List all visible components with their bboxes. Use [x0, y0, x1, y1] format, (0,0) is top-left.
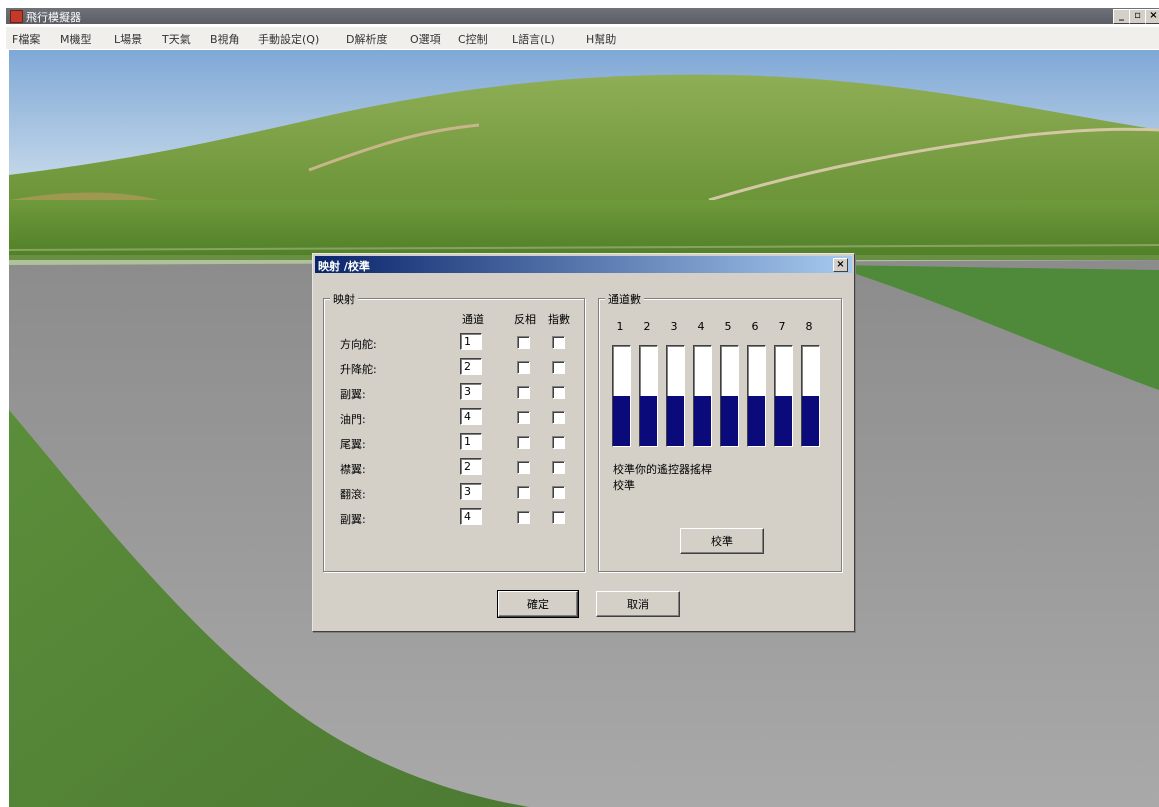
menu-language[interactable]: L語言(L)	[512, 31, 555, 47]
map-checkbox[interactable]	[552, 336, 565, 349]
mapping-group: 映射 通道 反相 指數 方向舵: 升降舵: 副翼: 油門: 尾翼: 襟翼: 翻滾: 副翼:	[323, 291, 585, 572]
channels-group-title: 通道數	[605, 291, 644, 307]
channel-input[interactable]	[460, 458, 482, 475]
channel-input[interactable]	[460, 358, 482, 375]
channel-number: 8	[805, 320, 813, 333]
menu-view[interactable]: B視角	[210, 31, 240, 47]
channel-bar	[666, 345, 685, 447]
mapping-row-label: 方向舵:	[340, 338, 377, 351]
channel-bar-fill	[802, 396, 819, 446]
reverse-checkbox[interactable]	[517, 436, 530, 449]
channel-bar	[747, 345, 766, 447]
menu-options[interactable]: O選項	[410, 31, 441, 47]
menu-model[interactable]: M機型	[60, 31, 92, 47]
channel-number: 7	[778, 320, 786, 333]
channel-column-header: 通道	[462, 313, 484, 326]
cancel-button[interactable]: 取消	[596, 591, 680, 617]
channel-bar-fill	[775, 396, 792, 446]
reverse-checkbox[interactable]	[517, 486, 530, 499]
calibration-note: 校準你的遙控器搖桿	[613, 463, 712, 476]
menu-control[interactable]: C控制	[458, 31, 488, 47]
dialog-close-button[interactable]: ×	[833, 258, 848, 272]
mapping-row-label: 油門:	[340, 413, 366, 426]
reverse-checkbox[interactable]	[517, 336, 530, 349]
channel-bar	[720, 345, 739, 447]
map-checkbox[interactable]	[552, 386, 565, 399]
maximize-button[interactable]: ▫	[1129, 9, 1146, 24]
channel-bar-fill	[640, 396, 657, 446]
channel-bar-fill	[667, 396, 684, 446]
channels-group: 通道數 1 2 3 4 5 6 7 8 校準你的遙控器搖桿 校準 校準	[598, 291, 842, 572]
channel-bar	[639, 345, 658, 447]
minimize-button[interactable]: _	[1113, 9, 1130, 24]
channel-number: 2	[643, 320, 651, 333]
ok-button[interactable]: 確定	[497, 590, 579, 618]
mapping-row-label: 翻滾:	[340, 488, 366, 501]
map-checkbox[interactable]	[552, 436, 565, 449]
menu-bar: F檔案 M機型 L場景 T天氣 B視角 手動設定(Q) D解析度 O選項 C控制…	[6, 27, 1159, 49]
channel-bar-fill	[721, 396, 738, 446]
calibration-note-2: 校準	[613, 479, 635, 492]
menu-help[interactable]: H幫助	[586, 31, 616, 47]
menu-scene[interactable]: L場景	[114, 31, 142, 47]
channel-bar-fill	[613, 396, 630, 446]
channel-bar-fill	[748, 396, 765, 446]
channel-bar	[801, 345, 820, 447]
dialog-title: 映射 /校準	[318, 260, 370, 273]
channel-bar	[774, 345, 793, 447]
menu-resolution[interactable]: D解析度	[346, 31, 387, 47]
mapping-row-label: 副翼:	[340, 388, 366, 401]
map-column-header: 指數	[548, 313, 570, 326]
menu-manual[interactable]: 手動設定(Q)	[258, 31, 319, 47]
calibrate-button[interactable]: 校準	[680, 528, 764, 554]
app-icon	[10, 10, 23, 23]
map-checkbox[interactable]	[552, 486, 565, 499]
channel-input[interactable]	[460, 333, 482, 350]
reverse-checkbox[interactable]	[517, 386, 530, 399]
mapping-row-label: 副翼:	[340, 513, 366, 526]
map-checkbox[interactable]	[552, 461, 565, 474]
map-checkbox[interactable]	[552, 511, 565, 524]
reverse-checkbox[interactable]	[517, 361, 530, 374]
channel-number: 3	[670, 320, 678, 333]
channel-bar	[693, 345, 712, 447]
channel-input[interactable]	[460, 433, 482, 450]
window-titlebar: 飛行模擬器 _ ▫ ×	[6, 8, 1159, 24]
mapping-row-label: 升降舵:	[340, 363, 377, 376]
channel-input[interactable]	[460, 508, 482, 525]
dialog-titlebar: 映射 /校準 ×	[315, 256, 852, 273]
window-title: 飛行模擬器	[26, 11, 81, 24]
map-checkbox[interactable]	[552, 361, 565, 374]
close-button[interactable]: ×	[1145, 9, 1159, 24]
channel-bar-fill	[694, 396, 711, 446]
channel-number: 4	[697, 320, 705, 333]
map-checkbox[interactable]	[552, 411, 565, 424]
menu-weather[interactable]: T天氣	[162, 31, 191, 47]
mapping-calibration-dialog: 映射 /校準 × 映射 通道 反相 指數 方向舵: 升降舵: 副翼: 油門: 尾翼: 襟翼…	[312, 253, 855, 632]
reverse-checkbox[interactable]	[517, 461, 530, 474]
channel-number: 5	[724, 320, 732, 333]
reverse-checkbox[interactable]	[517, 411, 530, 424]
channel-input[interactable]	[460, 483, 482, 500]
channel-input[interactable]	[460, 408, 482, 425]
channel-bar	[612, 345, 631, 447]
app-window: 飛行模擬器 _ ▫ × F檔案 M機型 L場景 T天氣 B視角 手動設定(Q) …	[0, 0, 1159, 807]
mapping-row-label: 尾翼:	[340, 438, 366, 451]
reverse-column-header: 反相	[514, 313, 536, 326]
channel-number: 6	[751, 320, 759, 333]
channel-number: 1	[616, 320, 624, 333]
reverse-checkbox[interactable]	[517, 511, 530, 524]
mapping-row-label: 襟翼:	[340, 463, 366, 476]
mapping-group-title: 映射	[330, 291, 358, 307]
channel-input[interactable]	[460, 383, 482, 400]
menu-file[interactable]: F檔案	[12, 31, 40, 47]
